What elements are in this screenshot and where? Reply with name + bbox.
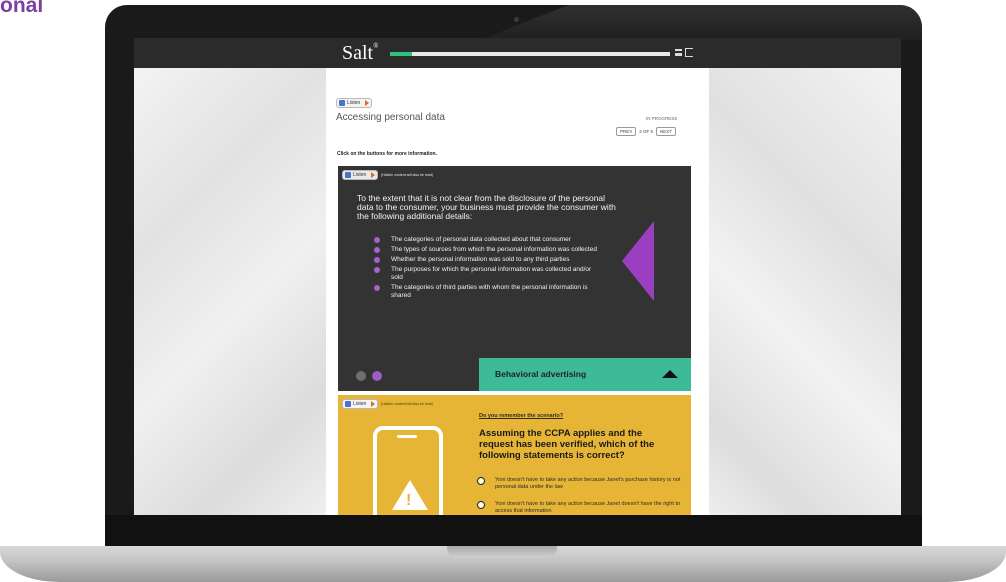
listen-label: Listen	[353, 401, 367, 407]
hidden-content-note: (Hidden content will also be read)	[381, 173, 433, 177]
course-progress-bar	[390, 52, 670, 56]
info-bullet: The purposes for which the personal info…	[374, 266, 599, 281]
bullet-dot-icon	[374, 257, 380, 264]
radio-button[interactable]	[477, 477, 485, 485]
listen-label: Listen	[353, 172, 367, 178]
info-listen-button[interactable]: Listen	[342, 170, 379, 180]
play-icon	[365, 100, 370, 106]
background-right	[709, 68, 901, 515]
tab-label: Behavioral advertising	[495, 369, 587, 379]
play-icon	[371, 401, 376, 407]
answer-option-text: Yoni doesn't have to take any action bec…	[495, 501, 681, 514]
info-panel: Listen (Hidden content will also be read…	[338, 166, 691, 391]
info-bullet: Whether the personal information was sol…	[374, 256, 599, 264]
laptop-screen: Salt® Listen Accessing personal data IN …	[134, 38, 901, 515]
background-left	[134, 68, 326, 515]
salt-logo: Salt®	[342, 42, 379, 64]
bullet-dot-icon	[374, 247, 380, 254]
answer-option[interactable]: Yoni doesn't have to take any action bec…	[477, 501, 692, 514]
bullet-dot-icon	[374, 237, 380, 243]
speaker-icon	[339, 100, 345, 106]
prev-button[interactable]: PREV	[616, 127, 637, 136]
question-text: Assuming the CCPA applies and the reques…	[479, 428, 655, 462]
listen-label: Listen	[347, 100, 361, 106]
remember-scenario-link[interactable]: Do you remember the scenario?	[479, 413, 563, 419]
expand-up-icon	[662, 370, 678, 378]
instruction-text: Click on the buttons for more informatio…	[337, 151, 437, 157]
pager: PREV 2 OF 5 NEXT	[616, 127, 677, 136]
scenario-panel: Listen (Hidden content will also be read…	[338, 395, 691, 515]
carousel-dot[interactable]	[356, 371, 366, 381]
speaker-icon	[345, 172, 351, 178]
bullet-dot-icon	[374, 267, 380, 274]
scenario-listen-button[interactable]: Listen	[342, 399, 379, 409]
laptop-notch	[447, 546, 557, 558]
lesson-content: Listen Accessing personal data IN PROGRE…	[326, 68, 709, 515]
app-topbar: Salt®	[134, 38, 901, 68]
info-bullet-text: The categories of third parties with who…	[391, 284, 588, 299]
course-progress-fill	[390, 52, 413, 56]
decorative-triangle	[622, 221, 654, 301]
laptop-bezel	[105, 515, 922, 550]
phone-speaker	[397, 435, 417, 438]
exit-icon[interactable]	[685, 48, 693, 57]
play-icon	[371, 172, 376, 178]
info-bullet: The categories of personal data collecte…	[374, 236, 599, 244]
status-badge: IN PROGRESS	[646, 116, 678, 121]
hidden-content-note: (Hidden content will also be read)	[381, 402, 433, 406]
corner-title-fragment: onal	[0, 0, 44, 17]
info-bullet-text: The categories of personal data collecte…	[391, 236, 571, 243]
bullet-dot-icon	[374, 285, 380, 292]
info-bullet-text: The types of sources from which the pers…	[391, 246, 597, 254]
info-bullet: The categories of third parties with who…	[374, 284, 599, 299]
listen-button[interactable]: Listen	[336, 98, 373, 108]
answer-option-text: Yoni doesn't have to take any action bec…	[495, 477, 681, 490]
menu-icon[interactable]	[675, 49, 682, 56]
exclamation-mark: !	[406, 492, 412, 509]
page-title: Accessing personal data	[336, 112, 445, 123]
page-indicator: 2 OF 5	[639, 129, 654, 134]
info-bullet-text: The purposes for which the personal info…	[391, 266, 592, 282]
info-bullet-text: Whether the personal information was sol…	[391, 256, 570, 264]
info-bullet: The types of sources from which the pers…	[374, 246, 599, 254]
behavioral-advertising-tab[interactable]: Behavioral advertising	[479, 358, 691, 391]
carousel-dot-active[interactable]	[372, 371, 382, 381]
info-intro: To the extent that it is not clear from …	[357, 193, 616, 221]
camera-icon	[514, 17, 519, 22]
radio-button[interactable]	[477, 501, 485, 509]
next-button[interactable]: NEXT	[656, 127, 677, 136]
answer-option[interactable]: Yoni doesn't have to take any action bec…	[477, 477, 692, 490]
laptop-mockup: onal Salt® Listen Accessing personal dat…	[0, 0, 1006, 582]
phone-warning-icon: !	[373, 426, 443, 515]
speaker-icon	[345, 401, 351, 407]
info-bullet-list: The categories of personal data collecte…	[374, 236, 599, 302]
